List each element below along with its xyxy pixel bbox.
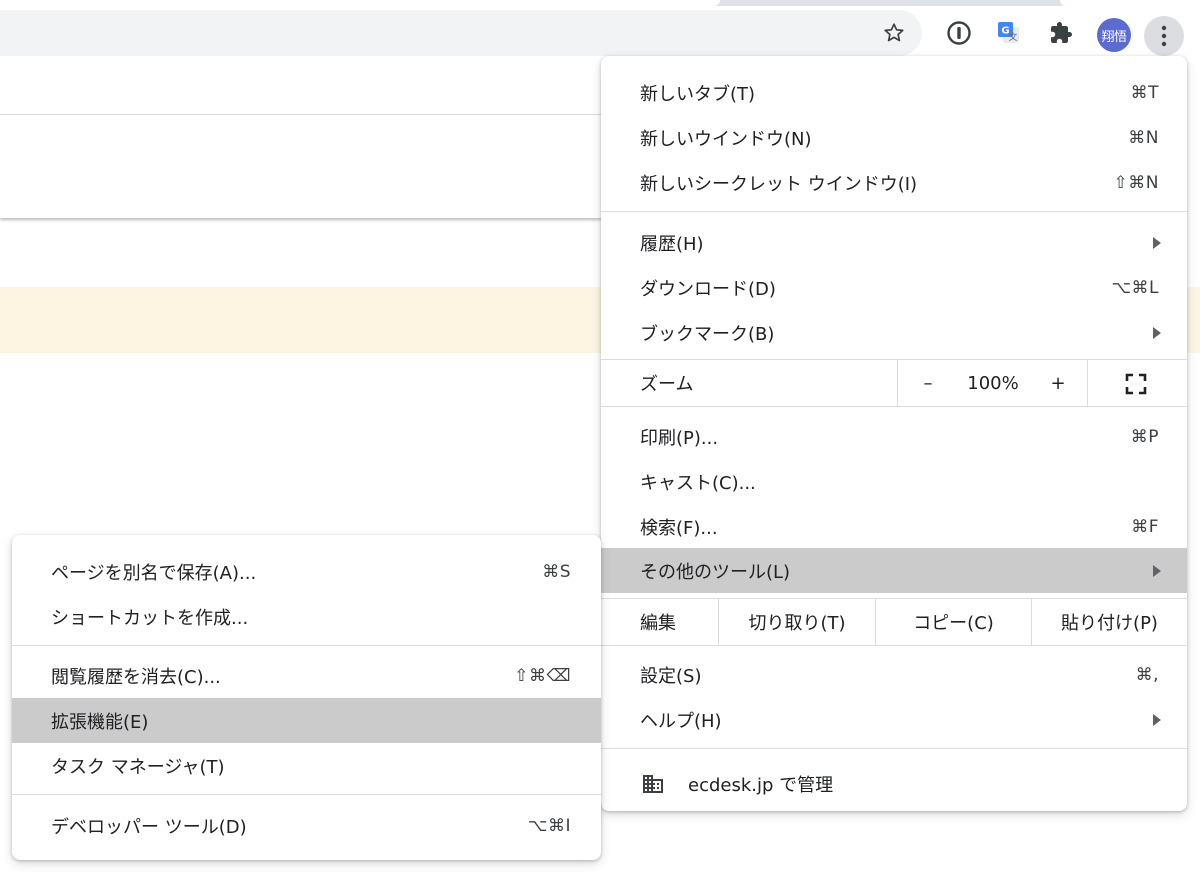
menu-item-shortcut: ⌘S (542, 561, 571, 582)
avatar[interactable]: 翔悟 (1097, 18, 1131, 52)
menu-separator (12, 794, 601, 795)
menu-item-label: 新しいウインドウ(N) (640, 128, 812, 150)
menu-item-shortcut: ⌥⌘I (527, 815, 571, 836)
menu-separator (601, 211, 1187, 212)
menu-item-find[interactable]: 検索(F)... ⌘F (601, 504, 1187, 549)
menu-item-save-page-as[interactable]: ページを別名で保存(A)... ⌘S (12, 549, 601, 594)
menu-item-label: 設定(S) (640, 665, 702, 687)
menu-item-new-window[interactable]: 新しいウインドウ(N) ⌘N (601, 115, 1187, 160)
menu-item-developer-tools[interactable]: デベロッパー ツール(D) ⌥⌘I (12, 803, 601, 848)
zoom-level: 100% (967, 372, 1019, 394)
svg-text:文: 文 (1008, 31, 1017, 43)
address-bar[interactable] (0, 10, 922, 56)
menu-separator (601, 645, 1187, 646)
edit-label: 編集 (640, 613, 676, 634)
menu-item-help[interactable]: ヘルプ(H) (601, 697, 1187, 742)
menu-item-downloads[interactable]: ダウンロード(D) ⌥⌘L (601, 265, 1187, 310)
menu-item-label: ページを別名で保存(A)... (51, 562, 257, 584)
menu-item-label: 拡張機能(E) (51, 711, 149, 733)
star-icon[interactable] (876, 10, 912, 56)
menu-item-settings[interactable]: 設定(S) ⌘, (601, 652, 1187, 697)
menu-item-shortcut: ⌘N (1128, 127, 1159, 148)
menu-item-label: その他のツール(L) (640, 561, 791, 583)
submenu-arrow-icon (1153, 326, 1161, 339)
menu-item-label: 履歴(H) (640, 233, 704, 255)
menu-item-label: ダウンロード(D) (640, 278, 776, 300)
menu-separator (601, 406, 1187, 407)
menu-item-history[interactable]: 履歴(H) (601, 220, 1187, 265)
menu-item-new-incognito-window[interactable]: 新しいシークレット ウインドウ(I) ⇧⌘N (601, 160, 1187, 205)
menu-item-shortcut: ⇧⌘N (1113, 172, 1159, 193)
edit-row: 編集 切り取り(T) コピー(C) 貼り付け(P) (601, 599, 1187, 645)
copy-button[interactable]: コピー(C) (876, 599, 1031, 645)
submenu-arrow-icon (1153, 713, 1161, 726)
menu-item-cast[interactable]: キャスト(C)... (601, 459, 1187, 504)
menu-item-label: 印刷(P)... (640, 427, 719, 449)
menu-item-shortcut: ⌥⌘L (1111, 277, 1159, 298)
menu-item-label: 閲覧履歴を消去(C)... (51, 666, 221, 688)
zoom-in-button[interactable]: + (1028, 360, 1088, 406)
menu-item-label: ショートカットを作成... (51, 607, 249, 629)
menu-item-print[interactable]: 印刷(P)... ⌘P (601, 414, 1187, 459)
menu-item-shortcut: ⇧⌘⌫ (514, 665, 571, 686)
menu-item-extensions[interactable]: 拡張機能(E) (12, 698, 601, 743)
zoom-row: ズーム – 100% + (601, 360, 1187, 406)
browser-toolbar: G文 翔悟 (0, 6, 1200, 56)
translate-icon[interactable]: G文 (992, 16, 1026, 50)
menu-item-label: デベロッパー ツール(D) (51, 816, 247, 838)
menu-item-label: 検索(F)... (640, 517, 718, 539)
menu-item-label: ブックマーク(B) (640, 323, 775, 345)
more-tools-submenu: ページを別名で保存(A)... ⌘S ショートカットを作成... 閲覧履歴を消去… (12, 535, 601, 860)
menu-item-shortcut: ⌘, (1135, 664, 1159, 685)
kebab-menu-icon[interactable] (1144, 16, 1184, 56)
zoom-divider (1087, 360, 1088, 406)
paste-button[interactable]: 貼り付け(P) (1032, 599, 1187, 645)
cut-button[interactable]: 切り取り(T) (719, 599, 875, 645)
page-card (0, 115, 620, 218)
menu-item-label: 新しいタブ(T) (640, 83, 756, 105)
menu-separator (601, 748, 1187, 749)
menu-item-label: キャスト(C)... (640, 472, 756, 494)
building-icon (641, 772, 665, 796)
menu-item-new-tab[interactable]: 新しいタブ(T) ⌘T (601, 70, 1187, 115)
zoom-out-button[interactable]: – (898, 360, 958, 406)
zoom-label: ズーム (640, 374, 694, 395)
submenu-arrow-icon (1153, 236, 1161, 249)
extensions-puzzle-icon[interactable] (1044, 16, 1078, 50)
menu-item-label: タスク マネージャ(T) (51, 756, 225, 778)
menu-separator (12, 645, 601, 646)
fullscreen-icon[interactable] (1125, 373, 1147, 395)
menu-item-label: ヘルプ(H) (640, 710, 722, 732)
submenu-arrow-icon (1153, 564, 1161, 577)
onepassword-icon[interactable] (942, 16, 976, 50)
chrome-main-menu: 新しいタブ(T) ⌘T 新しいウインドウ(N) ⌘N 新しいシークレット ウイン… (601, 56, 1187, 811)
managed-by-label: ecdesk.jp で管理 (688, 775, 834, 796)
menu-item-shortcut: ⌘F (1131, 516, 1159, 537)
menu-item-shortcut: ⌘T (1130, 82, 1159, 103)
menu-item-create-shortcut[interactable]: ショートカットを作成... (12, 594, 601, 639)
menu-item-more-tools[interactable]: その他のツール(L) (601, 548, 1187, 593)
menu-item-task-manager[interactable]: タスク マネージャ(T) (12, 743, 601, 788)
menu-item-clear-browsing-data[interactable]: 閲覧履歴を消去(C)... ⇧⌘⌫ (12, 653, 601, 698)
menu-item-label: 新しいシークレット ウインドウ(I) (640, 173, 918, 195)
managed-by-row[interactable]: ecdesk.jp で管理 (601, 757, 1187, 811)
menu-item-shortcut: ⌘P (1130, 426, 1159, 447)
menu-item-bookmarks[interactable]: ブックマーク(B) (601, 310, 1187, 355)
